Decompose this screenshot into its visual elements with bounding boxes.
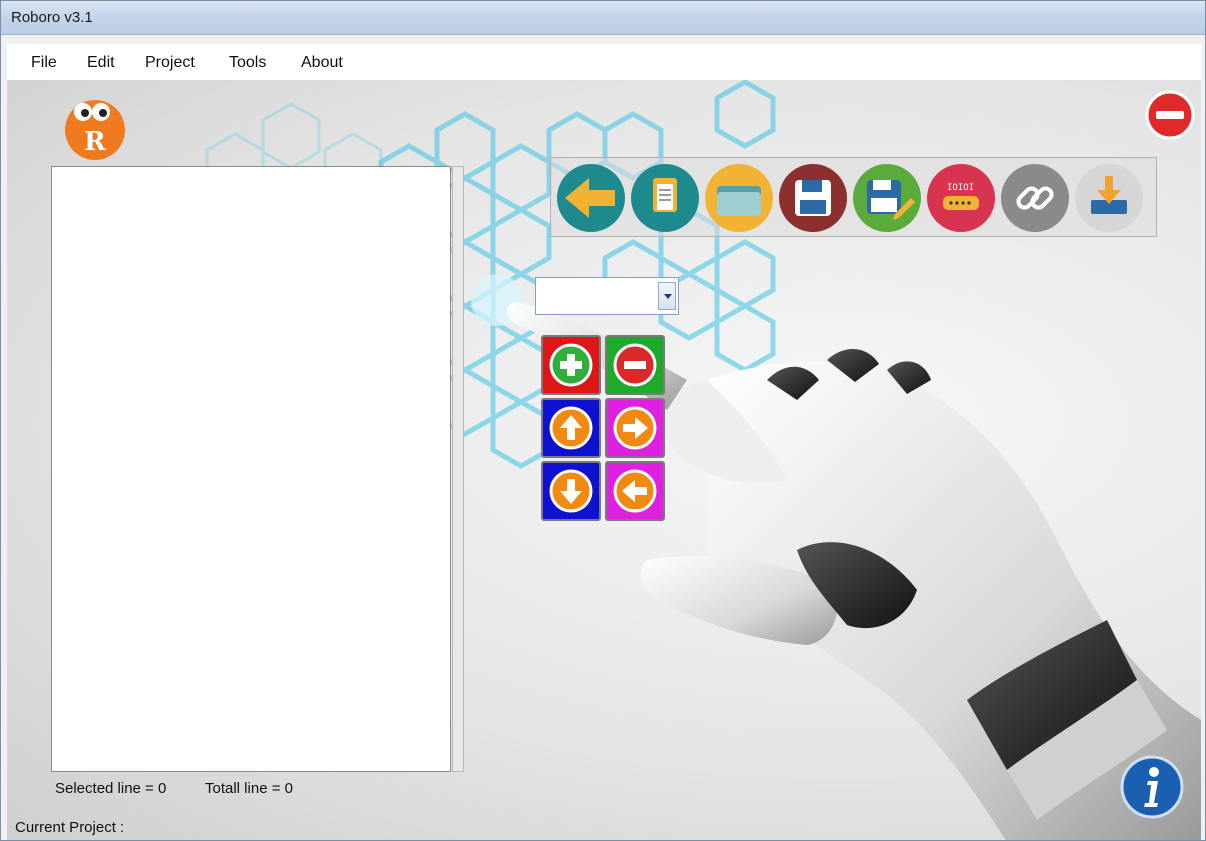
menu-edit[interactable]: Edit bbox=[87, 54, 115, 72]
save-as-button[interactable] bbox=[851, 162, 923, 234]
menu-tools[interactable]: Tools bbox=[229, 54, 266, 72]
arrow-left-icon bbox=[613, 469, 657, 513]
main-toolbar: back-arrow-icon bbox=[550, 157, 1157, 237]
svg-text:IOIOI: IOIOI bbox=[947, 183, 974, 193]
title-bar[interactable]: Roboro v3.1 bbox=[1, 1, 1205, 35]
main-panel: R Selected line = 0 Totall line = 0 back… bbox=[7, 80, 1201, 840]
link-button[interactable] bbox=[999, 162, 1071, 234]
selected-line-label: Selected line = 0 bbox=[55, 780, 167, 797]
program-listbox[interactable] bbox=[51, 166, 451, 772]
info-button[interactable] bbox=[1120, 755, 1184, 819]
current-project-label: Current Project : bbox=[15, 819, 125, 836]
menu-file[interactable]: File bbox=[31, 54, 57, 72]
move-right-button[interactable] bbox=[605, 398, 665, 458]
new-file-button[interactable] bbox=[629, 162, 701, 234]
add-icon bbox=[549, 343, 593, 387]
menu-bar: File Edit Project Tools About bbox=[7, 44, 1201, 80]
arrow-down-icon bbox=[549, 469, 593, 513]
command-select[interactable] bbox=[535, 277, 679, 315]
listbox-scrollbar[interactable] bbox=[452, 166, 464, 772]
save-button[interactable] bbox=[777, 162, 849, 234]
arrow-right-icon bbox=[613, 406, 657, 450]
move-left-button[interactable] bbox=[605, 461, 665, 521]
remove-icon bbox=[613, 343, 657, 387]
add-command-button[interactable] bbox=[541, 335, 601, 395]
close-app-button[interactable] bbox=[1145, 90, 1195, 140]
open-button[interactable] bbox=[703, 162, 775, 234]
back-button[interactable]: back-arrow-icon bbox=[555, 162, 627, 234]
total-line-label: Totall line = 0 bbox=[205, 780, 293, 797]
download-button[interactable] bbox=[1073, 162, 1145, 234]
move-up-button[interactable] bbox=[541, 398, 601, 458]
logo-letter: R bbox=[84, 127, 106, 157]
menu-about[interactable]: About bbox=[301, 54, 343, 72]
menu-project[interactable]: Project bbox=[145, 54, 195, 72]
chevron-down-icon[interactable] bbox=[658, 282, 676, 310]
app-window: Roboro v3.1 File Edit Project Tools Abou… bbox=[0, 0, 1206, 841]
app-logo: R bbox=[65, 100, 125, 160]
window-title: Roboro v3.1 bbox=[11, 9, 93, 26]
remove-command-button[interactable] bbox=[605, 335, 665, 395]
arrow-up-icon bbox=[549, 406, 593, 450]
move-down-button[interactable] bbox=[541, 461, 601, 521]
serial-port-button[interactable]: IOIOI bbox=[925, 162, 997, 234]
resize-grip-icon[interactable]: ⋰ bbox=[1187, 820, 1197, 831]
